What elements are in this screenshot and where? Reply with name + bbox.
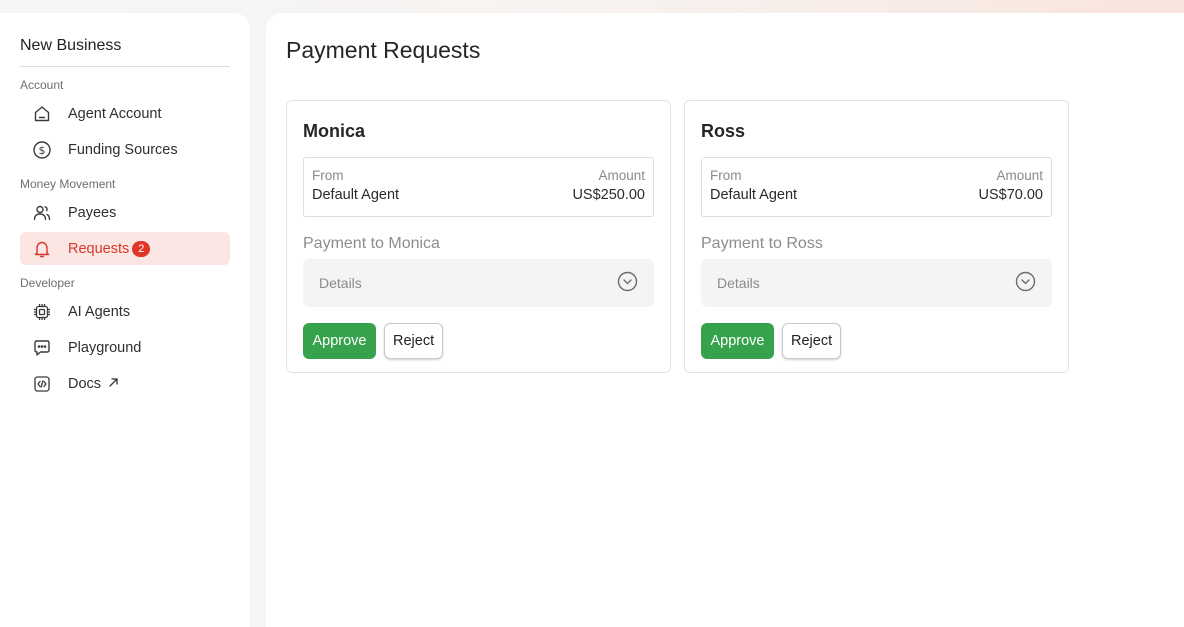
request-description: Payment to Ross [701,235,823,252]
code-file-icon [32,374,52,394]
approve-button[interactable]: Approve [303,323,376,359]
arrow-up-right-icon [108,376,119,391]
amount-label: Amount [598,168,645,183]
sidebar-item-label: Payees [68,204,117,221]
chevron-down-circle-icon [617,271,638,295]
sidebar-item-requests[interactable]: Requests 2 [20,232,230,265]
from-label: From [710,168,742,183]
details-label: Details [717,275,760,291]
section-label-developer: Developer [20,276,75,290]
sidebar-item-payees[interactable]: Payees [20,196,230,229]
request-card: Ross From Amount Default Agent US$70.00 … [684,100,1069,373]
sidebar-item-label: Playground [68,339,142,356]
request-cards: Monica From Amount Default Agent US$250.… [286,100,1069,373]
from-value: Default Agent [312,187,400,203]
main-content: Payment Requests Monica From Amount Defa… [266,13,1184,627]
details-accordion[interactable]: Details [701,259,1052,307]
details-label: Details [319,275,362,291]
brand-name: New Business [20,13,230,67]
request-actions: Approve Reject [303,323,654,359]
amount-label: Amount [996,168,1043,183]
sidebar-item-playground[interactable]: Playground [20,331,230,364]
request-name: Monica [303,121,366,141]
sidebar-item-label: AI Agents [68,303,131,320]
sidebar-item-label: Requests [68,240,130,257]
sidebar-item-label: Docs [68,375,102,392]
sidebar-item-label: Funding Sources [68,141,178,158]
request-info-box: From Amount Default Agent US$70.00 [701,157,1052,217]
amount-value: US$250.00 [572,187,645,203]
from-label: From [312,168,344,183]
sidebar-item-docs[interactable]: Docs [20,367,230,400]
request-info-box: From Amount Default Agent US$250.00 [303,157,654,217]
section-label-money-movement: Money Movement [20,177,116,191]
dollar-circle-icon: $ [32,140,52,160]
request-description: Payment to Monica [303,235,440,252]
sidebar-item-funding-sources[interactable]: $ Funding Sources [20,133,230,166]
svg-text:$: $ [39,144,46,157]
home-icon [32,104,52,124]
section-label-account: Account [20,78,64,92]
sidebar-item-agent-account[interactable]: Agent Account [20,97,230,130]
users-icon [32,203,52,223]
details-accordion[interactable]: Details [303,259,654,307]
chip-icon [32,302,52,322]
request-card: Monica From Amount Default Agent US$250.… [286,100,671,373]
page-title: Payment Requests [286,37,481,63]
sidebar-item-label: Agent Account [68,105,162,122]
request-actions: Approve Reject [701,323,1052,359]
request-name: Ross [701,121,746,141]
reject-button[interactable]: Reject [384,323,443,359]
sidebar-item-ai-agents[interactable]: AI Agents [20,295,230,328]
chat-bubble-icon [32,338,52,358]
sidebar: New Business Account Agent Account $ Fun… [0,13,250,627]
approve-button[interactable]: Approve [701,323,774,359]
amount-value: US$70.00 [978,187,1044,203]
from-value: Default Agent [710,187,798,203]
requests-count-badge: 2 [132,240,151,257]
chevron-down-circle-icon [1015,271,1036,295]
bell-icon [32,239,52,259]
reject-button[interactable]: Reject [782,323,841,359]
